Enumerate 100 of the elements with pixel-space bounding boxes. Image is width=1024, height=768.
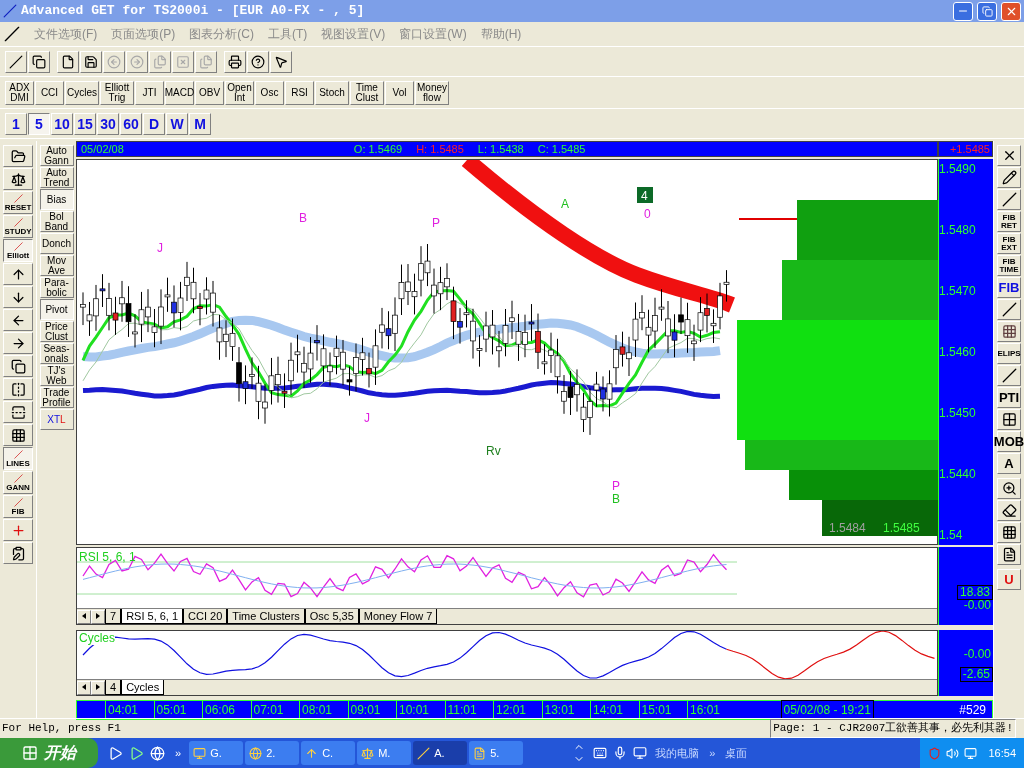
indicator-button[interactable]: CCI [35,80,64,105]
timeframe-button[interactable]: 10 [51,112,73,135]
pane-tab[interactable]: 4 [105,680,122,695]
drawing-tool-button[interactable]: GANN [3,471,33,494]
time-tick-label: 10:01 [396,701,445,719]
overlay-button[interactable]: Donch [39,233,74,254]
overlay-button[interactable]: Bol Band [39,211,74,232]
drawing-tool-button[interactable]: ELIPS [997,343,1021,364]
indicator-button[interactable]: Cycles [65,80,99,105]
overlay-button[interactable]: Auto Gann [39,145,74,166]
drawing-tool-button[interactable]: FIB EXT [997,233,1021,254]
drawing-tool-button[interactable]: FIB RET [997,211,1021,232]
high-price: H: 1.5485 [416,141,464,157]
timeframe-button[interactable]: 15 [74,112,96,135]
drawing-tool-button[interactable]: FIB TIME [997,255,1021,276]
wave-label: B [299,211,307,225]
pane-tab[interactable]: Money Flow 7 [358,609,438,624]
timeframe-button[interactable]: 30 [97,112,119,135]
wave-label: A [561,197,569,211]
zero-label: -0.00 [963,645,992,663]
taskbar-task[interactable]: 2. [245,741,300,765]
indicator-button[interactable]: Open Int [225,80,254,105]
overlay-button[interactable]: Mov Ave [39,255,74,276]
indicator-button[interactable]: Osc [255,80,284,105]
taskbar-task[interactable]: M. [357,741,412,765]
drawing-tool-button[interactable]: FIB [3,495,33,518]
overlay-button[interactable]: Para- bolic [39,277,74,298]
drawing-tool-button[interactable]: Elliott [3,239,33,262]
wave-label: P [432,216,440,230]
time-tick-label: 06:06 [202,701,251,719]
pane-tab[interactable]: Cycles [121,680,165,695]
price-tick-label: 1.5480 [939,223,977,237]
overlay-button[interactable]: Bias [39,189,74,210]
pane-tab[interactable]: CCI 20 [183,609,228,624]
time-tick-label: 08:01 [299,701,348,719]
quick-launch-chevron[interactable]: » [175,744,190,762]
wave-label: J [157,241,163,255]
toolbar-link[interactable]: 我的电脑 [655,744,710,762]
time-tick-label: 11:01 [444,701,493,719]
help-text: For Help, press F1 [1,721,121,737]
timeframe-button[interactable]: D [143,112,165,135]
toolbar-link[interactable]: 桌面 [725,744,758,762]
time-tick-label: 14:01 [590,701,639,719]
overlay-button[interactable]: Seas- onals [39,343,74,364]
price-tick-label: 1.5460 [939,345,977,359]
drawing-tool-button[interactable]: U [997,569,1021,590]
taskbar-task[interactable]: 5. [469,741,524,765]
drawing-tool-button[interactable]: STUDY [3,215,33,238]
toolbar-link[interactable]: » [709,744,726,762]
drawing-tool-button[interactable]: LINES [3,447,33,470]
drawing-tool-button[interactable]: A [997,453,1021,474]
drawing-tool-button[interactable]: FIB [997,277,1021,298]
rsi-value: 18.83 [956,585,993,600]
drawing-tool-button[interactable]: RESET [3,191,33,214]
overlay-button[interactable]: Pivot [39,299,74,320]
overlay-button[interactable]: TJ's Web [39,365,74,386]
time-tick-label: 12:01 [493,701,542,719]
pane-tab[interactable]: 7 [105,609,122,624]
overlay-button[interactable]: Price Clust [39,321,74,342]
timestamp-label: 05/02/08 - 19:21 [780,700,874,720]
indicator-button[interactable]: Time Clust [350,80,384,105]
price-tick-label: 1.5470 [939,284,977,298]
profile-reading: 1.5484 [829,521,866,535]
timeframe-button[interactable]: 60 [120,112,142,135]
indicator-button[interactable]: JTI [135,80,164,105]
timeframe-button[interactable]: 1 [5,112,27,135]
time-tick-label: 15:01 [638,701,687,719]
indicator-button[interactable]: Elliott Trig [100,80,134,105]
window-title: Advanced GET for TS2000i - [EUR A0-FX - , 5] [21,2,365,21]
date-label: 05/02/08 [81,141,124,157]
indicator-button[interactable]: MACD [165,80,194,105]
overlay-button[interactable]: Auto Trend [39,167,74,188]
taskbar-task[interactable]: A. [413,741,468,765]
profile-reading: 1.5485 [883,521,920,535]
change-value: +1.5485 [949,141,990,157]
price-tick-label: 1.54 [939,528,964,542]
price-tick-label: 1.5440 [939,467,977,481]
taskbar-task[interactable]: C. [301,741,356,765]
indicator-button[interactable]: RSI [285,80,314,105]
indicator-button[interactable]: OBV [195,80,224,105]
pane-tab[interactable]: Time Clusters [227,609,305,624]
indicator-button[interactable]: ADX DMI [5,80,34,105]
clock: 16:54 [987,745,1016,761]
indicator-button[interactable]: Stoch [315,80,349,105]
timeframe-button[interactable]: 5 [28,112,50,135]
indicator-button[interactable]: Vol [385,80,414,105]
overlay-button[interactable]: XTL [39,409,74,430]
open-price: O: 1.5469 [353,141,403,157]
close-price: C: 1.5485 [537,141,586,157]
bar-count: #529 [959,702,987,719]
indicator-button[interactable]: Money flow [415,80,449,105]
status-page-text: Page: 1 - CJR2007工欲善其事，必先利其器! [770,719,1016,738]
start-button[interactable]: 开始 [0,738,98,768]
pane-tab[interactable]: Osc 5,35 [304,609,359,624]
drawing-tool-button[interactable]: PTI [997,387,1021,408]
taskbar-task[interactable]: G. [189,741,244,765]
timeframe-button[interactable]: W [166,112,188,135]
overlay-button[interactable]: Trade Profile [39,387,74,408]
timeframe-button[interactable]: M [189,112,211,135]
pane-tab[interactable]: RSI 5, 6, 1 [121,609,184,624]
